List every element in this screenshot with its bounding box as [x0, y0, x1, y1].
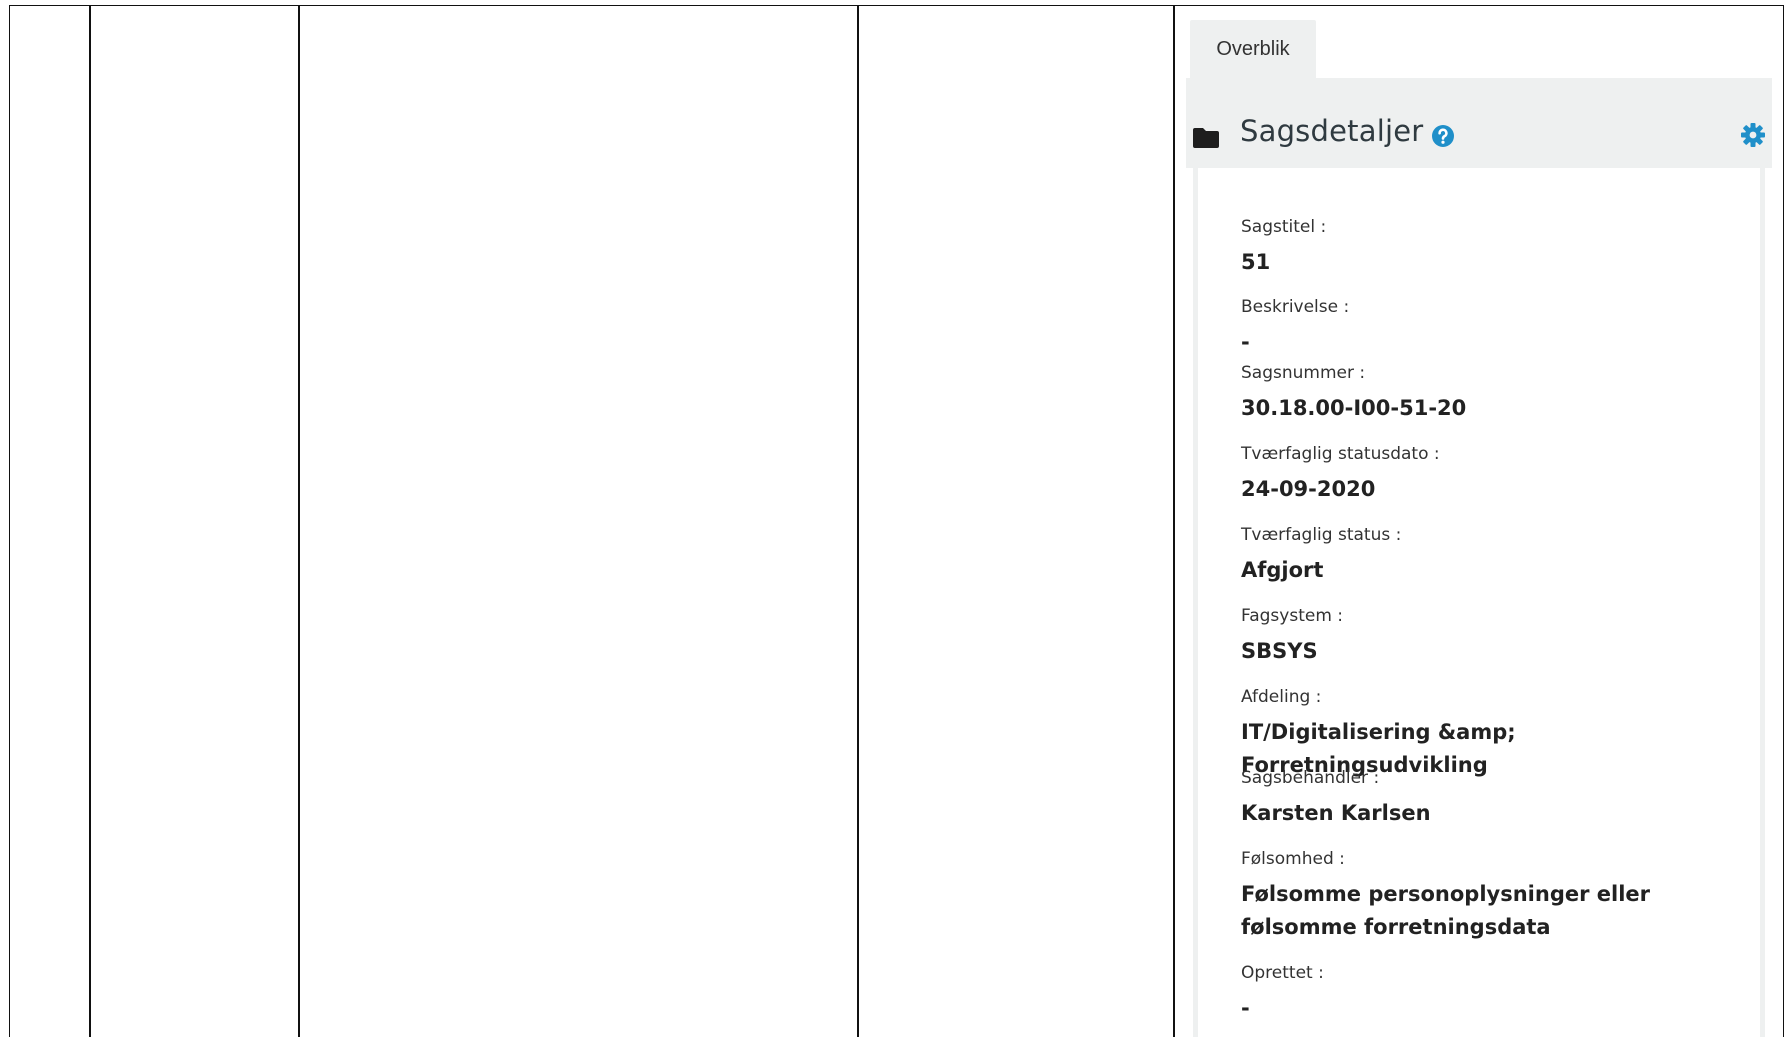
- question-circle-icon[interactable]: [1431, 124, 1455, 148]
- field-label: Tværfaglig status :: [1241, 525, 1402, 545]
- tab-label: Overblik: [1216, 37, 1290, 60]
- field-folsomhed: Følsomhed : Følsomme personoplysninger e…: [1241, 849, 1741, 944]
- column-divider: [298, 5, 300, 1037]
- column-divider: [1173, 5, 1175, 1037]
- field-value: 30.18.00-I00-51-20: [1241, 396, 1467, 420]
- field-label: Sagsbehandler :: [1241, 768, 1380, 788]
- field-tvaerfaglig-statusdato: Tværfaglig statusdato : 24-09-2020: [1241, 444, 1440, 506]
- field-value: Følsomme personoplysninger eller følsomm…: [1241, 882, 1650, 939]
- field-beskrivelse: Beskrivelse : -: [1241, 297, 1349, 359]
- folder-icon: [1193, 128, 1219, 148]
- card-title: Sagsdetaljer: [1240, 114, 1424, 148]
- tab-overblik[interactable]: Overblik: [1190, 20, 1316, 78]
- field-value: Afgjort: [1241, 558, 1324, 582]
- field-label: Sagsnummer :: [1241, 363, 1366, 383]
- field-value: Karsten Karlsen: [1241, 801, 1431, 825]
- tab-bar: Overblik: [1186, 20, 1776, 78]
- field-value: 24-09-2020: [1241, 477, 1376, 501]
- field-value: -: [1241, 330, 1250, 354]
- case-details-body: Sagstitel : 51 Beskrivelse : - Sagsnumme…: [1193, 168, 1765, 1037]
- field-value: -: [1241, 996, 1250, 1020]
- field-tvaerfaglig-status: Tværfaglig status : Afgjort: [1241, 525, 1401, 587]
- field-label: Oprettet :: [1241, 963, 1324, 983]
- field-value: SBSYS: [1241, 639, 1318, 663]
- field-sagsbehandler: Sagsbehandler : Karsten Karlsen: [1241, 768, 1431, 830]
- card-header: Sagsdetaljer: [1186, 78, 1772, 168]
- column-divider: [89, 5, 91, 1037]
- case-overview-panel: Overblik Sagsdetaljer Sagstitel: 51 Bes…: [1186, 20, 1776, 1037]
- field-label: Følsomhed :: [1241, 849, 1345, 869]
- column-divider: [857, 5, 859, 1037]
- gear-icon[interactable]: [1740, 122, 1766, 148]
- field-value: 51: [1241, 250, 1271, 274]
- field-fagsystem: Fagsystem : SBSYS: [1241, 606, 1343, 668]
- field-label: Sagstitel :: [1241, 217, 1327, 237]
- field-label: Beskrivelse :: [1241, 297, 1350, 317]
- field-label: Fagsystem :: [1241, 606, 1344, 626]
- field-sagsnummer: Sagsnummer : 30.18.00-I00-51-20: [1241, 363, 1466, 425]
- field-label: Tværfaglig statusdato :: [1241, 444, 1440, 464]
- field-oprettet: Oprettet : -: [1241, 963, 1324, 1025]
- field-sagstitel: Sagstitel : 51: [1241, 217, 1326, 279]
- field-label: Afdeling :: [1241, 687, 1322, 707]
